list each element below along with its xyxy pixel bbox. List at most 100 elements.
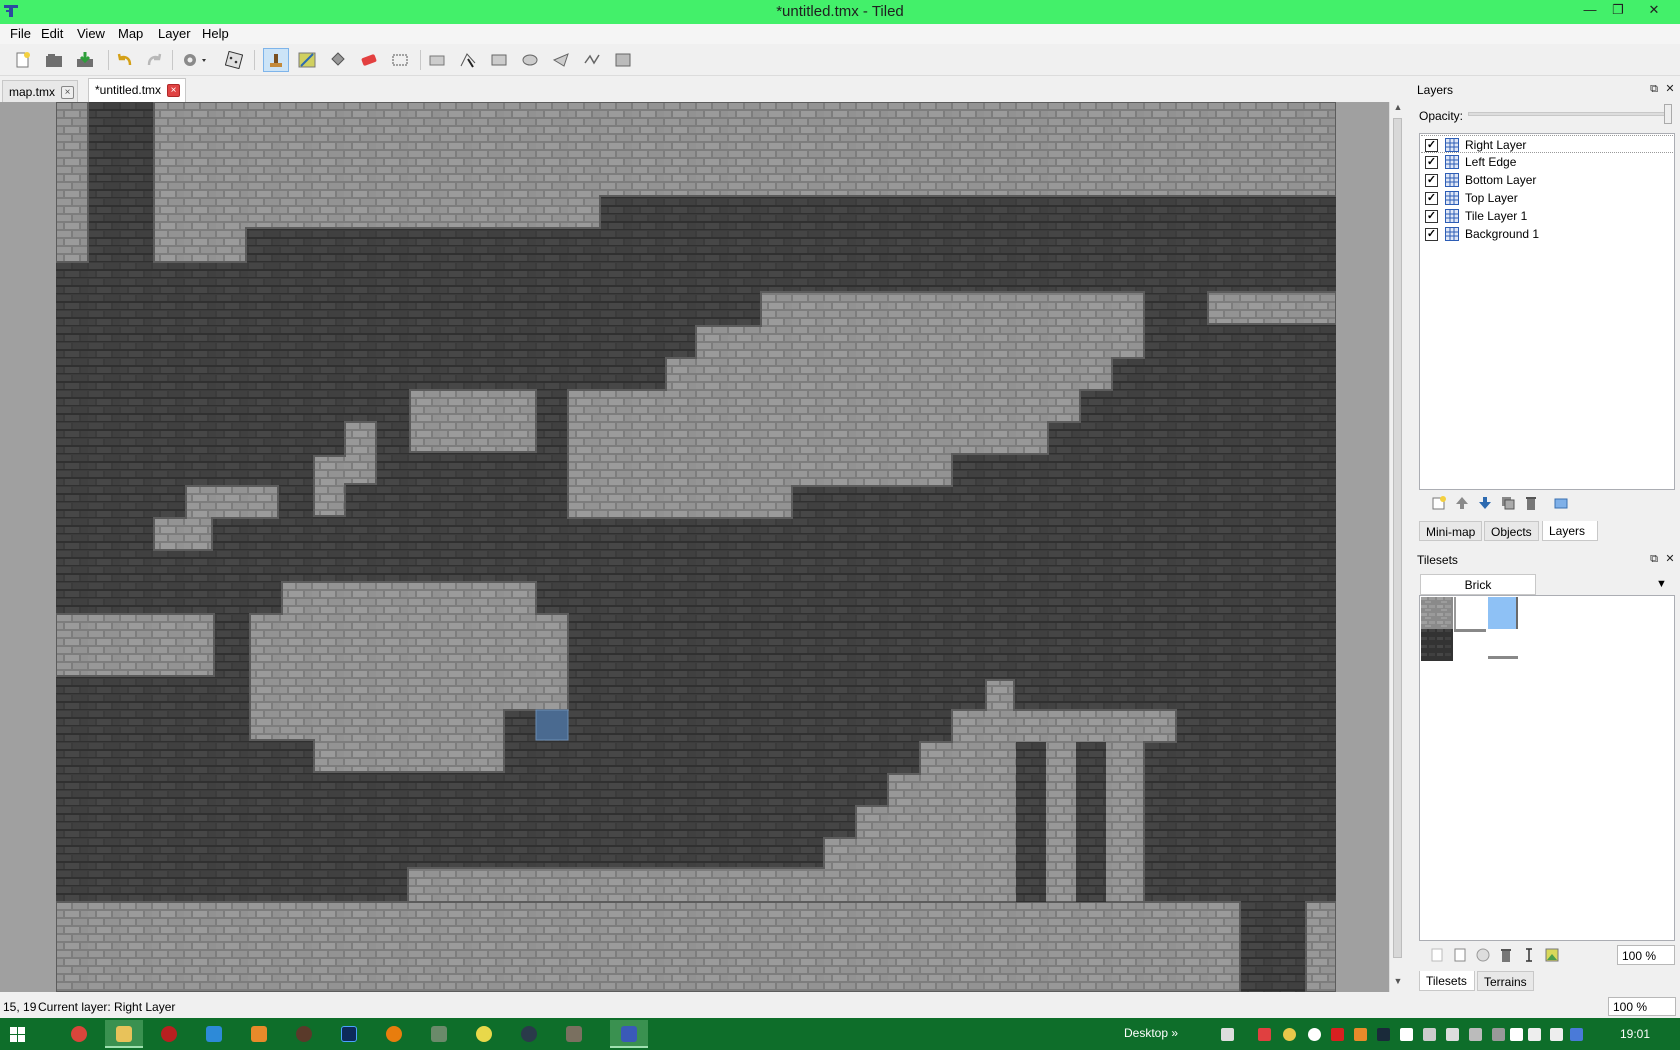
lower-layer-icon[interactable] <box>1477 495 1493 511</box>
terrain-brush-icon[interactable] <box>294 48 320 72</box>
remove-layer-icon[interactable] <box>1523 495 1539 511</box>
tileset-tab-brick[interactable]: Brick <box>1420 574 1536 595</box>
visibility-checkbox[interactable]: ✓ <box>1425 192 1438 205</box>
map-vertical-scrollbar[interactable]: ▲ ▼ <box>1389 102 1405 992</box>
taskbar-tiled[interactable] <box>610 1020 648 1048</box>
tray-fire-icon[interactable] <box>1354 1028 1367 1041</box>
taskbar-app-bug[interactable] <box>285 1020 323 1048</box>
tile-map[interactable] <box>56 102 1336 992</box>
tileset-view[interactable] <box>1419 595 1675 941</box>
layer-row-left-edge[interactable]: ✓ Left Edge <box>1421 153 1673 171</box>
insert-tile-icon[interactable] <box>610 48 636 72</box>
tray-usb-icon[interactable] <box>1469 1028 1482 1041</box>
taskbar-blender[interactable] <box>375 1020 413 1048</box>
desktop-toolbar-label[interactable]: Desktop » <box>1124 1026 1178 1040</box>
new-file-icon[interactable] <box>10 48 36 72</box>
tileset-properties-icon[interactable] <box>1475 947 1491 963</box>
select-objects-icon[interactable] <box>424 48 450 72</box>
taskbar-gimp[interactable] <box>555 1020 593 1048</box>
insert-ellipse-icon[interactable] <box>517 48 543 72</box>
visibility-checkbox[interactable]: ✓ <box>1425 210 1438 223</box>
clock[interactable]: 19:01 <box>1620 1027 1650 1041</box>
rectangle-select-icon[interactable] <box>387 48 413 72</box>
stamp-brush-icon[interactable] <box>263 48 289 72</box>
close-panel-icon[interactable]: ✕ <box>1664 83 1676 95</box>
volume-icon[interactable] <box>1550 1028 1563 1041</box>
layer-row-top-layer[interactable]: ✓ Top Layer <box>1421 189 1673 207</box>
visibility-checkbox[interactable]: ✓ <box>1425 174 1438 187</box>
tray-drive-icon[interactable] <box>1423 1028 1436 1041</box>
tray-app-icon[interactable] <box>1258 1028 1271 1041</box>
tab-terrains[interactable]: Terrains <box>1477 971 1534 991</box>
float-panel-icon[interactable]: ⧉ <box>1648 83 1660 95</box>
new-tileset-icon[interactable] <box>1429 947 1445 963</box>
duplicate-layer-icon[interactable] <box>1500 495 1516 511</box>
opacity-slider[interactable] <box>1468 112 1670 116</box>
insert-rectangle-icon[interactable] <box>486 48 512 72</box>
bucket-fill-icon[interactable] <box>325 48 351 72</box>
menu-layer[interactable]: Layer <box>156 26 193 41</box>
tray-b-icon[interactable] <box>1400 1028 1413 1041</box>
minimize-button[interactable]: — <box>1578 2 1602 20</box>
tray-smiley-icon[interactable] <box>1283 1028 1296 1041</box>
redo-icon[interactable] <box>141 48 167 72</box>
export-tileset-icon[interactable] <box>1544 947 1560 963</box>
show-hide-others-icon[interactable] <box>1553 495 1569 511</box>
taskbar-photoshop[interactable] <box>330 1020 368 1048</box>
menu-help[interactable]: Help <box>200 26 231 41</box>
taskbar-media-player[interactable] <box>240 1020 278 1048</box>
close-tab-icon[interactable]: × <box>61 86 74 99</box>
taskbar-steam[interactable] <box>510 1020 548 1048</box>
tileset-zoom-select[interactable]: 100 % <box>1617 945 1675 965</box>
close-tab-icon[interactable]: × <box>167 84 180 97</box>
layer-row-right-layer[interactable]: ✓ Right Layer <box>1421 135 1673 153</box>
bluetooth-icon[interactable] <box>1570 1028 1583 1041</box>
visibility-checkbox[interactable]: ✓ <box>1425 228 1438 241</box>
random-mode-icon[interactable] <box>221 48 247 72</box>
network-icon[interactable] <box>1528 1028 1541 1041</box>
onedrive-icon[interactable] <box>1308 1028 1321 1041</box>
tileset-tiles[interactable] <box>1420 596 1540 666</box>
tab-mini-map[interactable]: Mini-map <box>1419 521 1483 541</box>
tileset-menu-arrow[interactable]: ▼ <box>1656 578 1667 590</box>
insert-polyline-icon[interactable] <box>579 48 605 72</box>
float-panel-icon[interactable]: ⧉ <box>1648 553 1660 565</box>
tab-layers[interactable]: Layers <box>1542 521 1598 541</box>
layer-row-background-1[interactable]: ✓ Background 1 <box>1421 225 1673 243</box>
keyboard-icon[interactable] <box>1221 1028 1234 1041</box>
map-zoom-select[interactable]: 100 % <box>1608 997 1676 1016</box>
insert-polygon-icon[interactable] <box>548 48 574 72</box>
close-window-button[interactable]: ✕ <box>1642 2 1666 20</box>
taskbar-power-app[interactable] <box>150 1020 188 1048</box>
tray-mug-icon[interactable] <box>1446 1028 1459 1041</box>
tab-objects[interactable]: Objects <box>1484 521 1539 541</box>
restore-button[interactable]: ❐ <box>1606 2 1630 20</box>
raise-layer-icon[interactable] <box>1454 495 1470 511</box>
edit-polygons-icon[interactable] <box>455 48 481 72</box>
save-file-icon[interactable] <box>72 48 98 72</box>
scroll-down-arrow[interactable]: ▼ <box>1392 976 1404 990</box>
add-layer-icon[interactable] <box>1431 495 1447 511</box>
layer-row-bottom-layer[interactable]: ✓ Bottom Layer <box>1421 171 1673 189</box>
menu-file[interactable]: File <box>8 26 33 41</box>
opacity-slider-handle[interactable] <box>1664 104 1672 124</box>
map-canvas[interactable] <box>0 102 1397 992</box>
layer-row-tile-layer-1[interactable]: ✓ Tile Layer 1 <box>1421 207 1673 225</box>
undo-icon[interactable] <box>112 48 138 72</box>
taskbar-app-yellow[interactable] <box>465 1020 503 1048</box>
adobe-icon[interactable] <box>1331 1028 1344 1041</box>
tray-hdd-icon[interactable] <box>1492 1028 1505 1041</box>
menu-edit[interactable]: Edit <box>39 26 65 41</box>
tray-steam-icon[interactable] <box>1377 1028 1390 1041</box>
import-tileset-icon[interactable] <box>1452 947 1468 963</box>
visibility-checkbox[interactable]: ✓ <box>1425 156 1438 169</box>
taskbar-file-explorer[interactable] <box>105 1020 143 1048</box>
battery-icon[interactable] <box>1510 1028 1523 1041</box>
eraser-icon[interactable] <box>356 48 382 72</box>
menu-view[interactable]: View <box>75 26 107 41</box>
taskbar-app-tool[interactable] <box>420 1020 458 1048</box>
tab-untitled-tmx[interactable]: *untitled.tmx × <box>88 78 186 102</box>
taskbar-app-blue[interactable] <box>195 1020 233 1048</box>
start-button-icon[interactable] <box>10 1027 25 1042</box>
close-panel-icon[interactable]: ✕ <box>1664 553 1676 565</box>
